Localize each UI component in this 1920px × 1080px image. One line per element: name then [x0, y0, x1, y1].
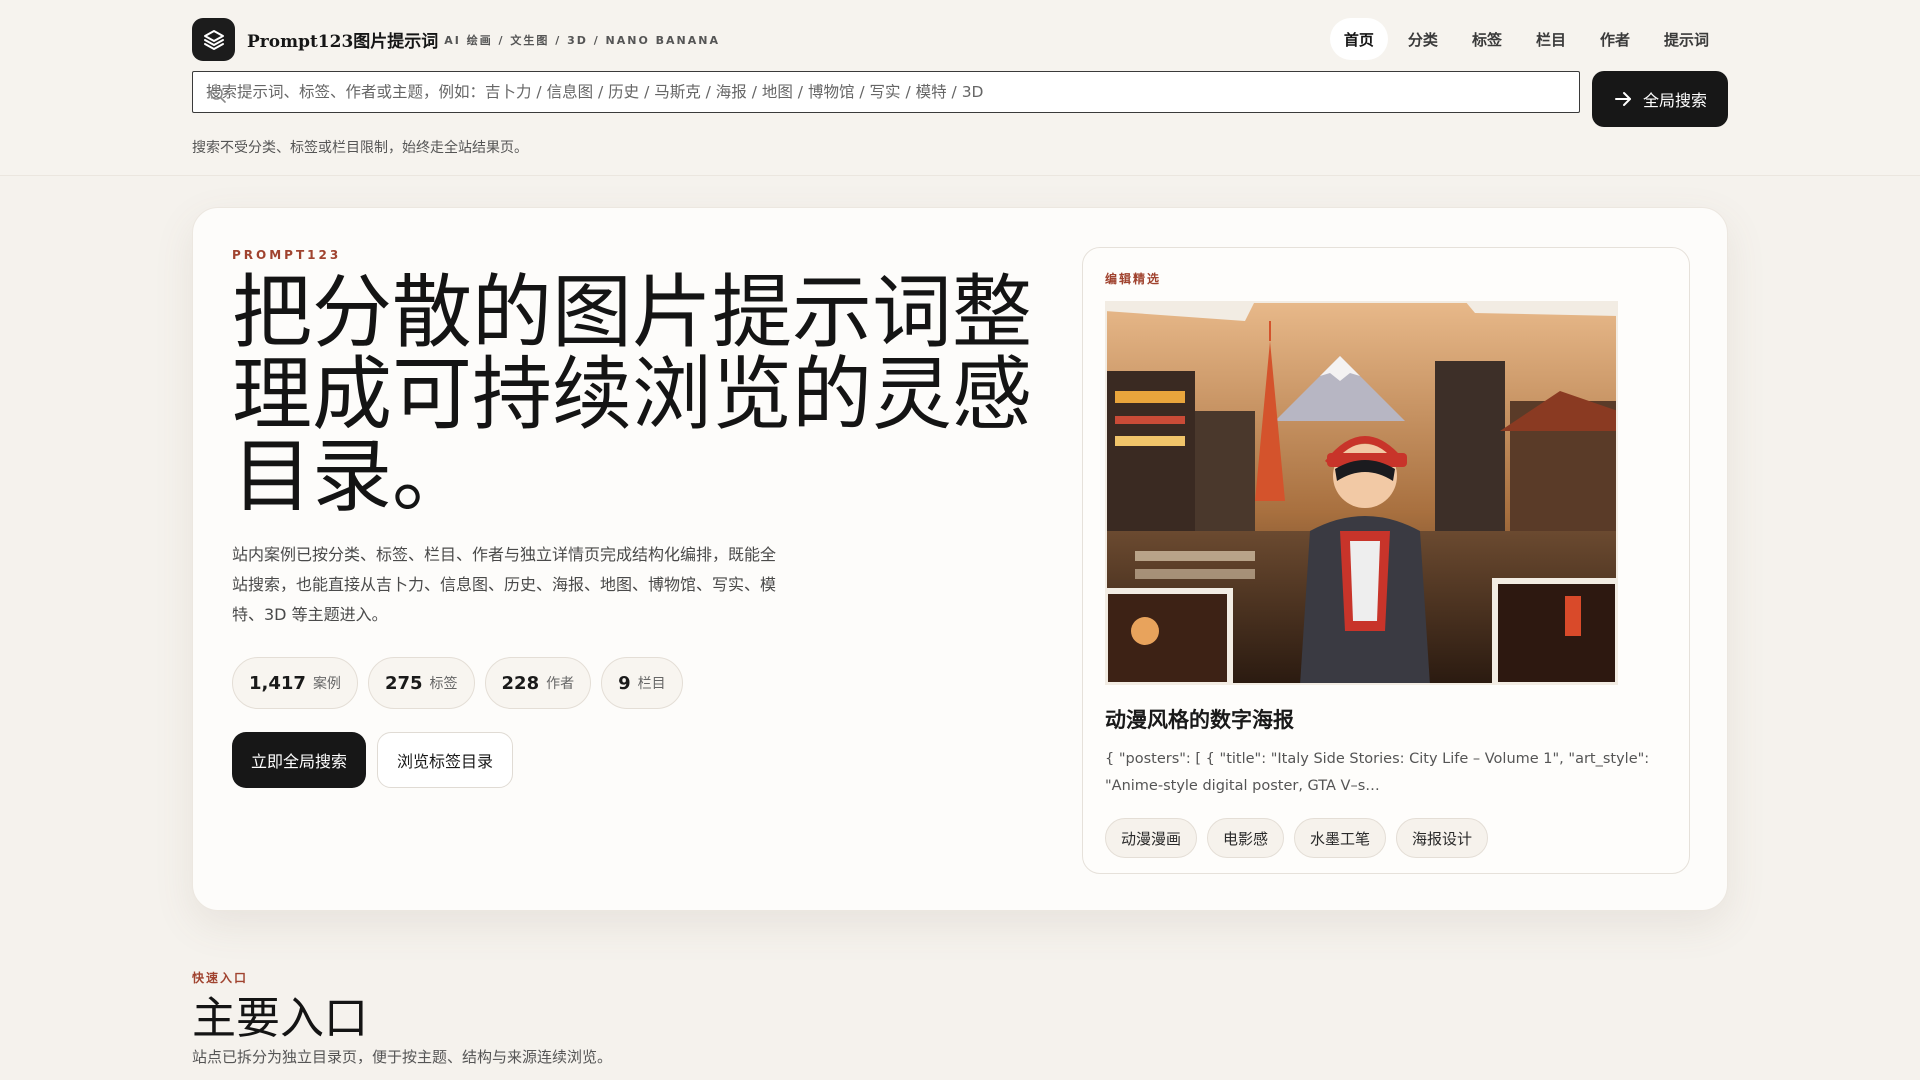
tag-chip[interactable]: 动漫漫画 — [1105, 818, 1198, 858]
hero-description: 站内案例已按分类、标签、栏目、作者与独立详情页完成结构化编排，既能全站搜索，也能… — [232, 545, 777, 624]
stat-value: 228 — [501, 672, 540, 694]
nav-authors[interactable]: 作者 — [1586, 18, 1644, 60]
main-nav: 首页 分类 标签 栏目 作者 提示词 — [1329, 18, 1723, 60]
stat-label: 作者 — [546, 676, 575, 692]
nav-categories[interactable]: 分类 — [1394, 18, 1452, 60]
top-header: Prompt123图片提示词 AI 绘画 / 文生图 / 3D / NANO B… — [0, 0, 1920, 176]
stat-label: 案例 — [312, 676, 341, 692]
hero-eyebrow: PROMPT123 — [232, 248, 342, 262]
quick-title: 主要入口 — [192, 993, 368, 1044]
featured-description: { "posters": [ { "title": "Italy Side St… — [1105, 751, 1650, 794]
nav-tags[interactable]: 标签 — [1458, 18, 1516, 60]
arrow-right-icon — [1614, 92, 1631, 106]
stat-tags: 275 标签 — [367, 657, 475, 709]
hero-actions: 立即全局搜索 浏览标签目录 — [232, 732, 514, 788]
global-search-label: 全局搜索 — [1642, 91, 1707, 110]
stat-value: 9 — [618, 672, 631, 694]
stat-cases: 1,417 案例 — [232, 657, 358, 709]
featured-eyebrow: 编辑精选 — [1105, 272, 1162, 286]
featured-poster-image[interactable] — [1105, 301, 1618, 685]
search-now-button[interactable]: 立即全局搜索 — [232, 732, 367, 788]
nav-home[interactable]: 首页 — [1329, 18, 1388, 60]
tag-chip[interactable]: 水墨工笔 — [1294, 818, 1387, 858]
featured-title[interactable]: 动漫风格的数字海报 — [1105, 704, 1294, 734]
featured-tags: 动漫漫画 电影感 水墨工笔 海报设计 — [1105, 818, 1489, 858]
stat-value: 275 — [384, 672, 423, 694]
tag-chip[interactable]: 海报设计 — [1396, 818, 1489, 858]
stat-authors: 228 作者 — [484, 657, 592, 709]
hero-title: 把分散的图片提示词整理成可持续浏览的灵感目录。 — [232, 266, 1032, 523]
brand[interactable]: Prompt123图片提示词 AI 绘画 / 文生图 / 3D / NANO B… — [192, 18, 720, 61]
stats-row: 1,417 案例 275 标签 228 作者 9 栏目 — [232, 657, 683, 709]
nav-prompts[interactable]: 提示词 — [1650, 18, 1723, 60]
search-field — [192, 71, 1580, 113]
browse-tags-button[interactable]: 浏览标签目录 — [377, 732, 514, 788]
hero-card: PROMPT123 把分散的图片提示词整理成可持续浏览的灵感目录。 站内案例已按… — [192, 207, 1728, 911]
stat-label: 栏目 — [637, 676, 666, 692]
quick-description: 站点已拆分为独立目录页，便于按主题、结构与来源连续浏览。 — [192, 1048, 613, 1066]
stat-columns: 9 栏目 — [601, 657, 683, 709]
stat-label: 标签 — [429, 676, 458, 692]
layers-logo-icon — [192, 18, 235, 61]
featured-card[interactable]: 编辑精选 动漫风格的数字海报 {"posters": [{"title":… — [1082, 247, 1690, 874]
stat-value: 1,417 — [249, 672, 306, 694]
brand-name: Prompt123图片提示词 — [247, 32, 439, 52]
tag-chip[interactable]: 电影感 — [1207, 818, 1285, 858]
brand-subtitle: AI 绘画 / 文生图 / 3D / NANO BANANA — [444, 33, 720, 47]
search-hint: 搜索不受分类、标签或栏目限制，始终走全站结果页。 — [192, 140, 528, 156]
search-input[interactable] — [193, 72, 1579, 112]
global-search-button[interactable]: 全局搜索 — [1592, 71, 1728, 127]
nav-columns[interactable]: 栏目 — [1522, 18, 1580, 60]
